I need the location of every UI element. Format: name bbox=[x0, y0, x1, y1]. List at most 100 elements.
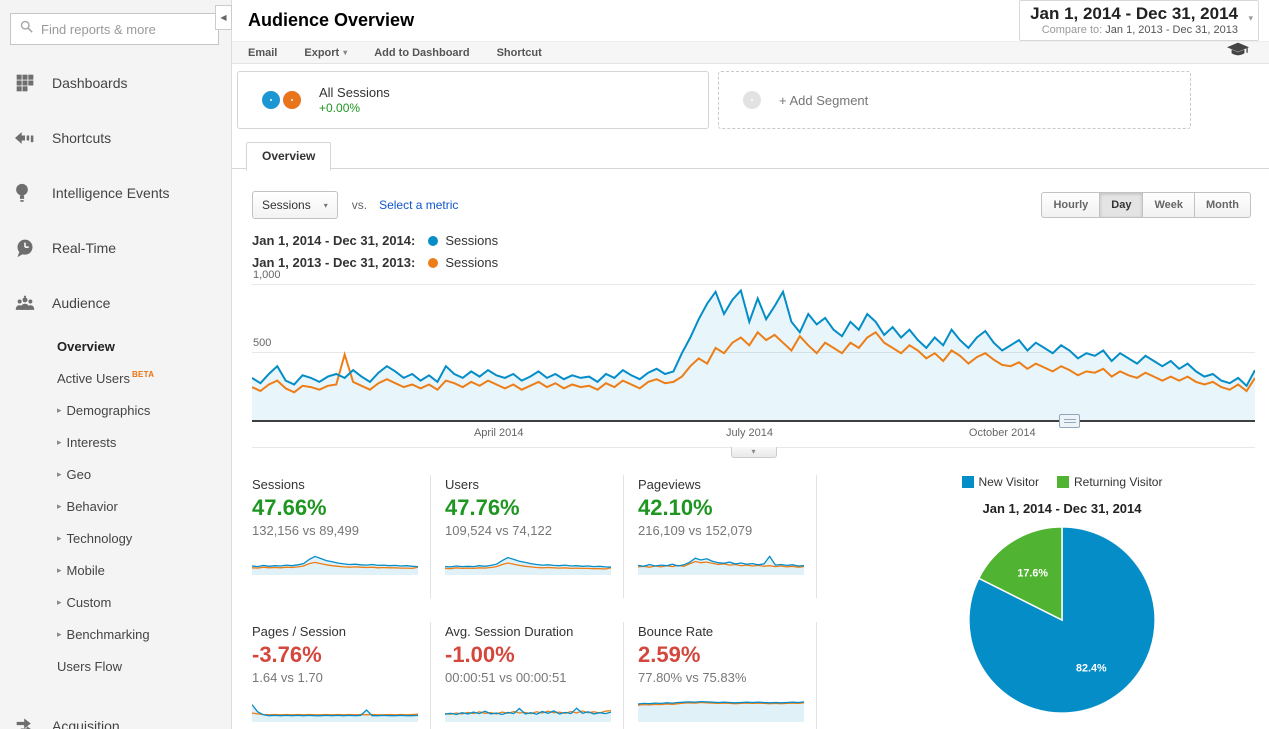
metric-label: Sessions bbox=[252, 477, 418, 492]
sidebar-nav: Dashboards Shortcuts Intelligence Events Re… bbox=[0, 55, 231, 729]
granularity-month-button[interactable]: Month bbox=[1194, 192, 1251, 218]
sidebar-item-label: Dashboards bbox=[52, 75, 128, 91]
tab-overview[interactable]: Overview bbox=[246, 142, 331, 171]
granularity-toggle: HourlyDayWeekMonth bbox=[1042, 192, 1251, 218]
sidebar-item-real-time[interactable]: Real-Time bbox=[0, 220, 231, 275]
metric-sparkline bbox=[445, 692, 611, 722]
metric-sparkline bbox=[252, 545, 418, 575]
sidebar-item-audience[interactable]: Audience bbox=[0, 275, 231, 330]
sidebar-item-custom[interactable]: ▸Custom bbox=[0, 586, 231, 618]
toolbar-export-button[interactable]: Export▾ bbox=[304, 47, 347, 59]
shortcuts-arrow-icon bbox=[15, 128, 35, 148]
metric-card-sessions[interactable]: Sessions47.66%132,156 vs 89,499 bbox=[252, 475, 431, 598]
metric-label: Pages / Session bbox=[252, 624, 418, 639]
legend-series-dot bbox=[428, 236, 438, 246]
select-metric-link[interactable]: Select a metric bbox=[379, 198, 458, 212]
sidebar-item-interests[interactable]: ▸Interests bbox=[0, 426, 231, 458]
toolbar-item-label: Email bbox=[248, 47, 277, 59]
segment-all-sessions[interactable]: All Sessions +0.00% bbox=[237, 71, 709, 129]
x-axis-tick: July 2014 bbox=[726, 427, 773, 439]
search-box[interactable] bbox=[10, 13, 219, 45]
sidebar-item-users-flow[interactable]: Users Flow bbox=[0, 650, 231, 682]
people-icon bbox=[15, 293, 35, 313]
compare-prefix: Compare to: bbox=[1042, 24, 1103, 36]
x-axis-tick: October 2014 bbox=[969, 427, 1036, 439]
sidebar-item-benchmarking[interactable]: ▸Benchmarking bbox=[0, 618, 231, 650]
legend-range-label: Jan 1, 2014 - Dec 31, 2014: bbox=[252, 233, 415, 248]
page-title: Audience Overview bbox=[248, 10, 414, 31]
metric-card-pageviews[interactable]: Pageviews42.10%216,109 vs 152,079 bbox=[638, 475, 817, 598]
sidebar-item-overview[interactable]: Overview bbox=[0, 330, 231, 362]
metric-delta: 47.76% bbox=[445, 495, 611, 521]
compare-range: Compare to: Jan 1, 2013 - Dec 31, 2013 bbox=[1030, 24, 1238, 36]
add-segment-button[interactable]: + Add Segment bbox=[718, 71, 1191, 129]
metric-detail: 77.80% vs 75.83% bbox=[638, 670, 804, 685]
sidebar-item-acquisition[interactable]: Acquisition bbox=[0, 698, 231, 729]
chevron-right-icon: ▸ bbox=[57, 565, 62, 576]
pie-legend-returning-visitor: Returning Visitor bbox=[1057, 475, 1163, 489]
date-range-value: Jan 1, 2014 - Dec 31, 2014 bbox=[1030, 4, 1238, 24]
toolbar: Email Export▾ Add to Dashboard Shortcut bbox=[232, 42, 1269, 64]
sidebar-item-label: Demographics bbox=[67, 403, 151, 418]
metric-label: Avg. Session Duration bbox=[445, 624, 611, 639]
sidebar-item-mobile[interactable]: ▸Mobile bbox=[0, 554, 231, 586]
metric-label: Users bbox=[445, 477, 611, 492]
metric-detail: 1.64 vs 1.70 bbox=[252, 670, 418, 685]
annotations-expander-button[interactable]: ▾ bbox=[731, 447, 777, 458]
sidebar-item-label: Shortcuts bbox=[52, 130, 111, 146]
metric-card-avg-session-duration[interactable]: Avg. Session Duration-1.00%00:00:51 vs 0… bbox=[445, 622, 624, 729]
sidebar-collapse-button[interactable]: ◀ bbox=[215, 5, 232, 30]
metric-sparkline bbox=[252, 692, 418, 722]
sidebar-item-label: Geo bbox=[67, 467, 92, 482]
sidebar-item-shortcuts[interactable]: Shortcuts bbox=[0, 110, 231, 165]
chart-legend: Jan 1, 2014 - Dec 31, 2014: Sessions Jan 1… bbox=[252, 233, 1255, 270]
clock-icon bbox=[15, 238, 35, 258]
beta-badge: BETA bbox=[132, 370, 154, 379]
metric-dropdown-value: Sessions bbox=[262, 198, 311, 212]
sidebar-item-technology[interactable]: ▸Technology bbox=[0, 522, 231, 554]
sidebar-item-behavior[interactable]: ▸Behavior bbox=[0, 490, 231, 522]
chevron-right-icon: ▸ bbox=[57, 437, 62, 448]
annotations-handle[interactable] bbox=[1059, 414, 1080, 428]
toolbar-item-label: Add to Dashboard bbox=[374, 47, 469, 59]
pie-legend-label: Returning Visitor bbox=[1074, 475, 1163, 489]
main-panel: Audience Overview Jan 1, 2014 - Dec 31, … bbox=[232, 0, 1269, 729]
legend-metric-label: Sessions bbox=[445, 233, 498, 248]
metrics-grid: Sessions47.66%132,156 vs 89,499 Users 47.7… bbox=[252, 475, 831, 729]
add-segment-donut-icon bbox=[743, 91, 761, 109]
chevron-right-icon: ▸ bbox=[57, 405, 62, 416]
sidebar-item-label: Real-Time bbox=[52, 240, 116, 256]
toolbar-items: Email Export▾ Add to Dashboard Shortcut bbox=[248, 47, 542, 59]
sidebar-item-active-users[interactable]: Active UsersBETA bbox=[0, 362, 231, 394]
metric-detail: 109,524 vs 74,122 bbox=[445, 523, 611, 538]
sidebar-item-dashboards[interactable]: Dashboards bbox=[0, 55, 231, 110]
granularity-week-button[interactable]: Week bbox=[1142, 192, 1195, 218]
sidebar-item-demographics[interactable]: ▸ Demographics bbox=[0, 394, 231, 426]
search-input[interactable] bbox=[41, 22, 201, 37]
date-range-selector[interactable]: Jan 1, 2014 - Dec 31, 2014 Compare to: J… bbox=[1019, 0, 1259, 41]
segments-bar: All Sessions +0.00% + Add Segment bbox=[232, 64, 1269, 139]
granularity-hourly-button[interactable]: Hourly bbox=[1041, 192, 1100, 218]
metric-card-pages-session[interactable]: Pages / Session-3.76%1.64 vs 1.70 bbox=[252, 622, 431, 729]
sidebar-item-geo[interactable]: ▸Geo bbox=[0, 458, 231, 490]
chevron-right-icon: ▸ bbox=[57, 501, 62, 512]
sidebar-item-label: Active Users bbox=[57, 371, 130, 386]
legend-row: Jan 1, 2013 - Dec 31, 2013:Sessions bbox=[252, 255, 1255, 270]
granularity-day-button[interactable]: Day bbox=[1099, 192, 1143, 218]
toolbar-shortcut-button[interactable]: Shortcut bbox=[497, 47, 542, 59]
metric-card-users[interactable]: Users 47.76% 109,524 vs 74,122 bbox=[445, 475, 624, 598]
search-icon bbox=[19, 19, 34, 39]
pie-slice-value: 17.6% bbox=[1017, 567, 1048, 579]
app-root: Dashboards Shortcuts Intelligence Events Re… bbox=[0, 0, 1269, 729]
pie-slice-value: 82.4% bbox=[1076, 662, 1107, 674]
metric-dropdown[interactable]: Sessions ▾ bbox=[252, 191, 338, 219]
toolbar-add-to-dashboard-button[interactable]: Add to Dashboard bbox=[374, 47, 469, 59]
toolbar-email-button[interactable]: Email bbox=[248, 47, 277, 59]
sidebar-item-intelligence-events[interactable]: Intelligence Events bbox=[0, 165, 231, 220]
sessions-line-chart[interactable] bbox=[252, 284, 1255, 421]
graduation-cap-icon[interactable] bbox=[1227, 42, 1249, 63]
sidebar-item-label: Custom bbox=[67, 595, 112, 610]
metric-card-bounce-rate[interactable]: Bounce Rate2.59%77.80% vs 75.83% bbox=[638, 622, 817, 729]
legend-swatch bbox=[962, 476, 974, 488]
visitor-type-panel: New VisitorReturning Visitor Jan 1, 2014… bbox=[897, 475, 1227, 729]
